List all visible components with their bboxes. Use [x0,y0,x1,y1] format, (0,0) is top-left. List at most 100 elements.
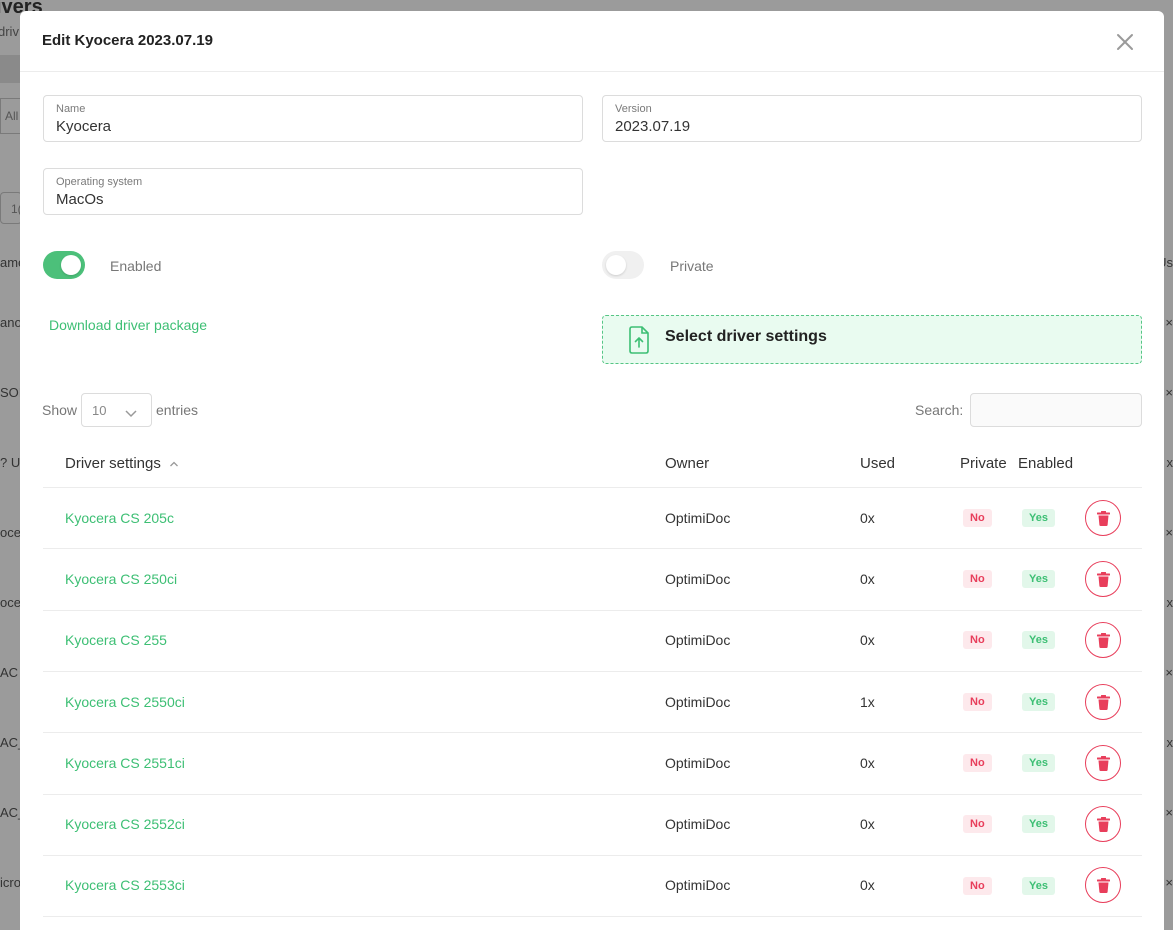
chevron-up-icon [170,461,178,467]
column-header-private[interactable]: Private [960,455,1007,472]
column-header-driver-settings-label: Driver settings [65,455,161,472]
trash-icon [1097,878,1110,893]
enabled-label: Enabled [110,258,162,274]
driver-settings-link[interactable]: Kyocera CS 205c [65,510,174,526]
delete-button[interactable] [1085,684,1121,720]
enabled-badge: Yes [1022,631,1055,649]
name-field[interactable]: Name Kyocera [43,95,583,142]
enabled-badge: Yes [1022,509,1055,527]
background-row-text: x [1166,455,1173,470]
driver-settings-link[interactable]: Kyocera CS 255 [65,632,167,648]
column-header-owner[interactable]: Owner [665,455,709,472]
driver-settings-link[interactable]: Kyocera CS 2552ci [65,816,185,832]
operating-system-field[interactable]: Operating system MacOs [43,168,583,215]
background-row-text: x [1166,595,1173,610]
table-row: Kyocera CS 205c OptimiDoc 0x No Yes [43,488,1142,549]
driver-settings-link[interactable]: Kyocera CS 2550ci [65,694,185,710]
trash-icon [1097,756,1110,771]
driver-settings-link[interactable]: Kyocera CS 2551ci [65,755,185,771]
used-cell: 0x [860,816,875,832]
table-row: Kyocera CS 2553ci OptimiDoc 0x No Yes [43,856,1142,917]
modal-title: Edit Kyocera 2023.07.19 [42,32,213,49]
owner-cell: OptimiDoc [665,755,731,771]
toggle-knob [61,255,81,275]
column-header-driver-settings[interactable]: Driver settings [65,455,179,472]
private-badge: No [963,754,992,772]
background-row-text: ano [0,315,22,330]
delete-button[interactable] [1085,561,1121,597]
operating-system-field-value[interactable]: MacOs [56,191,104,208]
enabled-badge: Yes [1022,877,1055,895]
select-driver-settings-button[interactable]: Select driver settings [602,315,1142,364]
background-row-text: icro [0,875,21,890]
delete-button[interactable] [1085,867,1121,903]
version-field-label: Version [615,103,652,115]
delete-button[interactable] [1085,745,1121,781]
delete-button[interactable] [1085,622,1121,658]
column-header-enabled[interactable]: Enabled [1018,455,1073,472]
owner-cell: OptimiDoc [665,694,731,710]
trash-icon [1097,817,1110,832]
page-size-value: 10 [92,403,107,418]
entries-label: entries [156,402,199,418]
trash-icon [1097,572,1110,587]
background-row-text: oce [0,525,21,540]
background-tab-all: All [0,98,22,134]
table-row: Kyocera CS 2552ci OptimiDoc 0x No Yes [43,795,1142,856]
version-field-value[interactable]: 2023.07.19 [615,118,690,135]
owner-cell: OptimiDoc [665,510,731,526]
private-badge: No [963,509,992,527]
row-divider [43,916,1142,917]
owner-cell: OptimiDoc [665,571,731,587]
driver-settings-link[interactable]: Kyocera CS 2553ci [65,877,185,893]
used-cell: 0x [860,877,875,893]
name-field-label: Name [56,103,86,115]
used-cell: 0x [860,510,875,526]
page-size-select[interactable]: 10 [81,393,152,427]
background-row-text: x [1166,735,1173,750]
owner-cell: OptimiDoc [665,816,731,832]
operating-system-field-label: Operating system [56,176,143,188]
table-row: Kyocera CS 250ci OptimiDoc 0x No Yes [43,549,1142,610]
used-cell: 1x [860,694,875,710]
table-row: Kyocera CS 2550ci OptimiDoc 1x No Yes [43,672,1142,733]
owner-cell: OptimiDoc [665,632,731,648]
enabled-badge: Yes [1022,754,1055,772]
driver-settings-link[interactable]: Kyocera CS 250ci [65,571,177,587]
enabled-toggle[interactable] [43,251,85,279]
used-cell: 0x [860,632,875,648]
delete-button[interactable] [1085,806,1121,842]
version-field[interactable]: Version 2023.07.19 [602,95,1142,142]
enabled-badge: Yes [1022,693,1055,711]
name-field-value[interactable]: Kyocera [56,118,111,135]
private-badge: No [963,877,992,895]
delete-button[interactable] [1085,500,1121,536]
column-header-used[interactable]: Used [860,455,895,472]
trash-icon [1097,695,1110,710]
modal-header: Edit Kyocera 2023.07.19 [20,11,1164,72]
select-driver-settings-label: Select driver settings [665,328,827,345]
background-entries-select: 1( [0,192,22,224]
search-input[interactable] [970,393,1142,427]
trash-icon [1097,511,1110,526]
download-driver-package-link[interactable]: Download driver package [49,317,207,333]
used-cell: 0x [860,571,875,587]
background-row-text: oce [0,595,21,610]
file-upload-icon [628,326,650,359]
show-label: Show [42,402,78,418]
toggle-knob [606,255,626,275]
table-row: Kyocera CS 255 OptimiDoc 0x No Yes [43,611,1142,672]
background-tab-bar [0,55,22,83]
chevron-down-icon [124,405,138,423]
table-row: Kyocera CS 2551ci OptimiDoc 0x No Yes [43,733,1142,794]
edit-driver-modal: Edit Kyocera 2023.07.19 Name Kyocera Ver… [20,11,1164,930]
search-label: Search: [915,402,964,418]
enabled-badge: Yes [1022,815,1055,833]
close-icon[interactable] [1114,31,1136,53]
private-toggle[interactable] [602,251,644,279]
trash-icon [1097,633,1110,648]
background-page-subtitle: driv [0,24,19,39]
private-label: Private [670,258,714,274]
enabled-badge: Yes [1022,570,1055,588]
private-badge: No [963,631,992,649]
